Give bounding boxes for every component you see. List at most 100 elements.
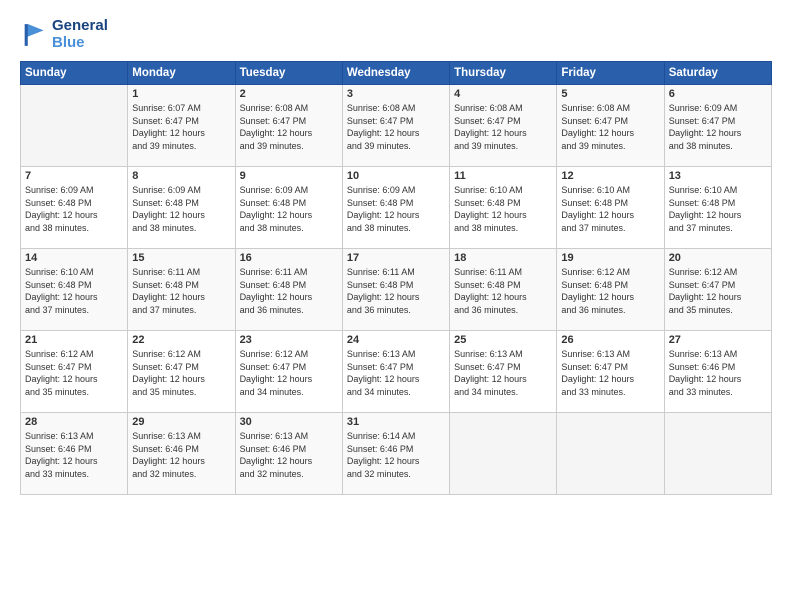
day-cell: 9 Sunrise: 6:09 AM Sunset: 6:48 PM Daylig… <box>235 167 342 249</box>
day-number: 7 <box>25 170 123 182</box>
day-cell: 12Sunrise: 6:10 AM Sunset: 6:48 PM Dayli… <box>557 167 664 249</box>
calendar-header-row: SundayMondayTuesdayWednesdayThursdayFrid… <box>21 62 772 85</box>
day-cell: 4 Sunrise: 6:08 AM Sunset: 6:47 PM Daylig… <box>450 85 557 167</box>
day-cell <box>21 85 128 167</box>
day-detail: Sunrise: 6:10 AM Sunset: 6:48 PM Dayligh… <box>561 184 659 234</box>
day-cell: 18 Sunrise: 6:11 AM Sunset: 6:48 PM Dayli… <box>450 249 557 331</box>
day-detail: Sunrise: 6:09 AM Sunset: 6:48 PM Dayligh… <box>347 184 445 234</box>
day-detail: Sunrise: 6:09 AM Sunset: 6:47 PM Dayligh… <box>669 102 767 152</box>
logo-text: General Blue <box>52 18 108 51</box>
day-cell: 16 Sunrise: 6:11 AM Sunset: 6:48 PM Dayli… <box>235 249 342 331</box>
day-number: 21 <box>25 334 123 346</box>
day-detail: Sunrise: 6:08 AM Sunset: 6:47 PM Dayligh… <box>347 102 445 152</box>
header-cell-saturday: Saturday <box>664 62 771 85</box>
day-cell: 2Sunrise: 6:08 AM Sunset: 6:47 PM Daylig… <box>235 85 342 167</box>
day-cell: 15 Sunrise: 6:11 AM Sunset: 6:48 PM Dayli… <box>128 249 235 331</box>
day-cell: 6 Sunrise: 6:09 AM Sunset: 6:47 PM Daylig… <box>664 85 771 167</box>
day-detail: Sunrise: 6:08 AM Sunset: 6:47 PM Dayligh… <box>561 102 659 152</box>
week-row-1: 1 Sunrise: 6:07 AM Sunset: 6:47 PM Daylig… <box>21 85 772 167</box>
day-number: 5 <box>561 88 659 100</box>
day-cell: 24Sunrise: 6:13 AM Sunset: 6:47 PM Dayli… <box>342 331 449 413</box>
day-number: 11 <box>454 170 552 182</box>
day-detail: Sunrise: 6:08 AM Sunset: 6:47 PM Dayligh… <box>454 102 552 152</box>
day-detail: Sunrise: 6:12 AM Sunset: 6:48 PM Dayligh… <box>561 266 659 316</box>
day-number: 27 <box>669 334 767 346</box>
header-cell-thursday: Thursday <box>450 62 557 85</box>
calendar-body: 1 Sunrise: 6:07 AM Sunset: 6:47 PM Daylig… <box>21 85 772 495</box>
header-cell-wednesday: Wednesday <box>342 62 449 85</box>
day-cell <box>664 413 771 495</box>
day-cell: 17 Sunrise: 6:11 AM Sunset: 6:48 PM Dayli… <box>342 249 449 331</box>
day-detail: Sunrise: 6:12 AM Sunset: 6:47 PM Dayligh… <box>25 348 123 398</box>
day-number: 29 <box>132 416 230 428</box>
day-number: 18 <box>454 252 552 264</box>
day-cell: 1 Sunrise: 6:07 AM Sunset: 6:47 PM Daylig… <box>128 85 235 167</box>
day-cell: 3Sunrise: 6:08 AM Sunset: 6:47 PM Daylig… <box>342 85 449 167</box>
day-cell: 25 Sunrise: 6:13 AM Sunset: 6:47 PM Dayli… <box>450 331 557 413</box>
logo: General Blue <box>20 18 108 51</box>
day-number: 8 <box>132 170 230 182</box>
day-number: 14 <box>25 252 123 264</box>
week-row-3: 14 Sunrise: 6:10 AM Sunset: 6:48 PM Dayli… <box>21 249 772 331</box>
day-cell: 21 Sunrise: 6:12 AM Sunset: 6:47 PM Dayli… <box>21 331 128 413</box>
day-detail: Sunrise: 6:11 AM Sunset: 6:48 PM Dayligh… <box>240 266 338 316</box>
day-number: 13 <box>669 170 767 182</box>
day-number: 25 <box>454 334 552 346</box>
day-number: 24 <box>347 334 445 346</box>
day-detail: Sunrise: 6:11 AM Sunset: 6:48 PM Dayligh… <box>347 266 445 316</box>
day-detail: Sunrise: 6:10 AM Sunset: 6:48 PM Dayligh… <box>669 184 767 234</box>
header-cell-monday: Monday <box>128 62 235 85</box>
header-cell-tuesday: Tuesday <box>235 62 342 85</box>
header: General Blue <box>20 18 772 51</box>
day-detail: Sunrise: 6:12 AM Sunset: 6:47 PM Dayligh… <box>669 266 767 316</box>
logo-icon <box>20 21 48 49</box>
week-row-4: 21 Sunrise: 6:12 AM Sunset: 6:47 PM Dayli… <box>21 331 772 413</box>
day-number: 6 <box>669 88 767 100</box>
week-row-2: 7 Sunrise: 6:09 AM Sunset: 6:48 PM Daylig… <box>21 167 772 249</box>
day-cell: 26Sunrise: 6:13 AM Sunset: 6:47 PM Dayli… <box>557 331 664 413</box>
day-detail: Sunrise: 6:13 AM Sunset: 6:46 PM Dayligh… <box>25 430 123 480</box>
day-number: 15 <box>132 252 230 264</box>
day-detail: Sunrise: 6:09 AM Sunset: 6:48 PM Dayligh… <box>25 184 123 234</box>
day-detail: Sunrise: 6:14 AM Sunset: 6:46 PM Dayligh… <box>347 430 445 480</box>
header-cell-friday: Friday <box>557 62 664 85</box>
day-number: 16 <box>240 252 338 264</box>
day-cell: 23Sunrise: 6:12 AM Sunset: 6:47 PM Dayli… <box>235 331 342 413</box>
day-cell: 30Sunrise: 6:13 AM Sunset: 6:46 PM Dayli… <box>235 413 342 495</box>
day-cell: 11 Sunrise: 6:10 AM Sunset: 6:48 PM Dayli… <box>450 167 557 249</box>
day-cell: 14 Sunrise: 6:10 AM Sunset: 6:48 PM Dayli… <box>21 249 128 331</box>
day-number: 17 <box>347 252 445 264</box>
day-number: 31 <box>347 416 445 428</box>
day-detail: Sunrise: 6:10 AM Sunset: 6:48 PM Dayligh… <box>454 184 552 234</box>
day-detail: Sunrise: 6:12 AM Sunset: 6:47 PM Dayligh… <box>132 348 230 398</box>
day-number: 9 <box>240 170 338 182</box>
day-cell <box>557 413 664 495</box>
day-number: 28 <box>25 416 123 428</box>
day-number: 2 <box>240 88 338 100</box>
day-cell: 28 Sunrise: 6:13 AM Sunset: 6:46 PM Dayli… <box>21 413 128 495</box>
day-number: 10 <box>347 170 445 182</box>
day-detail: Sunrise: 6:13 AM Sunset: 6:47 PM Dayligh… <box>454 348 552 398</box>
day-number: 30 <box>240 416 338 428</box>
day-detail: Sunrise: 6:07 AM Sunset: 6:47 PM Dayligh… <box>132 102 230 152</box>
day-cell: 20 Sunrise: 6:12 AM Sunset: 6:47 PM Dayli… <box>664 249 771 331</box>
day-cell: 22 Sunrise: 6:12 AM Sunset: 6:47 PM Dayli… <box>128 331 235 413</box>
day-number: 20 <box>669 252 767 264</box>
day-number: 26 <box>561 334 659 346</box>
day-cell: 8Sunrise: 6:09 AM Sunset: 6:48 PM Daylig… <box>128 167 235 249</box>
day-number: 4 <box>454 88 552 100</box>
day-detail: Sunrise: 6:11 AM Sunset: 6:48 PM Dayligh… <box>132 266 230 316</box>
calendar-table: SundayMondayTuesdayWednesdayThursdayFrid… <box>20 61 772 495</box>
day-number: 19 <box>561 252 659 264</box>
day-cell: 31 Sunrise: 6:14 AM Sunset: 6:46 PM Dayli… <box>342 413 449 495</box>
week-row-5: 28 Sunrise: 6:13 AM Sunset: 6:46 PM Dayli… <box>21 413 772 495</box>
day-cell: 7 Sunrise: 6:09 AM Sunset: 6:48 PM Daylig… <box>21 167 128 249</box>
day-cell: 5 Sunrise: 6:08 AM Sunset: 6:47 PM Daylig… <box>557 85 664 167</box>
day-number: 1 <box>132 88 230 100</box>
day-detail: Sunrise: 6:12 AM Sunset: 6:47 PM Dayligh… <box>240 348 338 398</box>
day-detail: Sunrise: 6:10 AM Sunset: 6:48 PM Dayligh… <box>25 266 123 316</box>
day-number: 22 <box>132 334 230 346</box>
day-cell: 29Sunrise: 6:13 AM Sunset: 6:46 PM Dayli… <box>128 413 235 495</box>
day-detail: Sunrise: 6:09 AM Sunset: 6:48 PM Dayligh… <box>240 184 338 234</box>
day-detail: Sunrise: 6:11 AM Sunset: 6:48 PM Dayligh… <box>454 266 552 316</box>
